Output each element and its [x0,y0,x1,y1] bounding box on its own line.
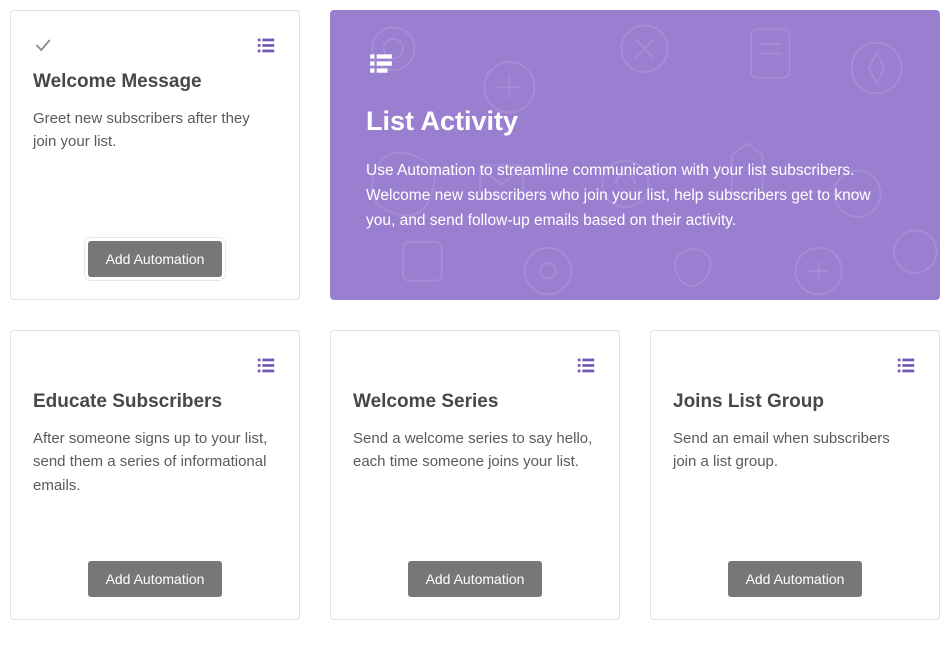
card-icons-row [353,353,597,377]
card-title: Welcome Series [353,391,597,413]
card-footer: Add Automation [673,561,917,597]
card-footer: Add Automation [33,561,277,597]
automation-grid: Welcome Message Greet new subscribers af… [10,10,940,620]
list-icon [255,34,277,56]
add-automation-button[interactable]: Add Automation [88,561,223,597]
card-icons-row [33,33,277,57]
add-automation-button[interactable]: Add Automation [88,241,223,277]
card-title: Joins List Group [673,391,917,413]
card-description: After someone signs up to your list, sen… [33,427,277,549]
card-joins-list-group: Joins List Group Send an email when subs… [650,330,940,620]
check-icon [33,35,53,55]
list-icon [575,354,597,376]
add-automation-button[interactable]: Add Automation [728,561,863,597]
feature-title: List Activity [366,106,904,137]
card-description: Send a welcome series to say hello, each… [353,427,597,549]
add-automation-button[interactable]: Add Automation [408,561,543,597]
list-icon [895,354,917,376]
list-icon [255,354,277,376]
card-welcome-series: Welcome Series Send a welcome series to … [330,330,620,620]
card-footer: Add Automation [33,241,277,277]
card-title: Educate Subscribers [33,391,277,413]
list-icon [366,50,904,76]
feature-banner-list-activity: List Activity Use Automation to streamli… [330,10,940,300]
card-footer: Add Automation [353,561,597,597]
card-icons-row [673,353,917,377]
feature-description: Use Automation to streamline communicati… [366,159,904,233]
card-icons-row [33,353,277,377]
card-description: Greet new subscribers after they join yo… [33,107,277,229]
card-title: Welcome Message [33,71,277,93]
card-educate-subscribers: Educate Subscribers After someone signs … [10,330,300,620]
card-description: Send an email when subscribers join a li… [673,427,917,549]
card-welcome-message: Welcome Message Greet new subscribers af… [10,10,300,300]
